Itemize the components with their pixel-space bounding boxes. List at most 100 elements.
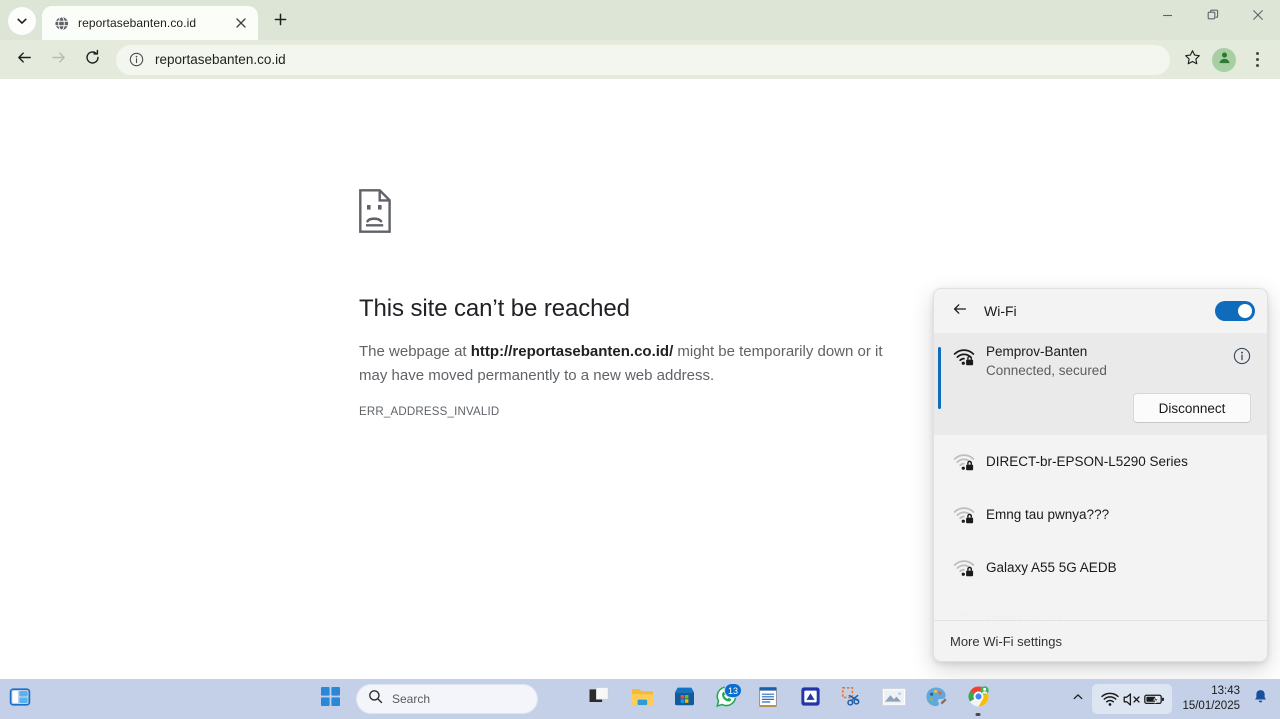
browser-menu-button[interactable] [1244,46,1270,74]
error-container: This site can’t be reached The webpage a… [359,189,899,418]
close-icon [1252,8,1264,26]
sad-page-icon [359,189,899,238]
clock-date: 15/01/2025 [1182,700,1240,712]
folder-icon [631,687,654,712]
wifi-footer: More Wi-Fi settings [934,620,1267,661]
address-bar[interactable]: reportasebanten.co.id [116,44,1170,75]
wifi-secured-icon [950,557,978,581]
back-button[interactable] [8,44,40,76]
notifications-button[interactable] [1246,679,1274,719]
person-icon [1217,50,1232,70]
taskbar-app-task-view[interactable] [580,679,620,719]
taskbar-center: Search 13 [310,679,998,719]
bell-icon [1253,689,1268,710]
network-name: DIRECT-br-EPSON-L5290 Series [986,453,1188,469]
clock[interactable]: 13:43 15/01/2025 [1182,684,1240,714]
profile-avatar[interactable] [1212,47,1236,72]
taskbar-app-notepad[interactable] [748,679,788,719]
search-placeholder: Search [392,692,431,706]
new-tab-button[interactable] [266,8,294,36]
network-list-item[interactable]: Galaxy A55 5G AEDB [934,541,1267,594]
wifi-network-list[interactable]: Pemprov-Banten Connected, secured Discon… [934,333,1267,620]
active-indicator [975,713,981,716]
clock-time: 13:43 [1211,685,1240,697]
taskbar-app-snipping-tool[interactable] [832,679,872,719]
network-list-item[interactable]: Emng tau pwnya??? [934,488,1267,541]
wifi-secured-icon [950,345,978,369]
page-title: This site can’t be reached [359,295,630,322]
notepad-icon [758,686,778,713]
chevron-up-icon [1072,690,1084,708]
search-input[interactable]: Search [356,684,538,714]
tray-quick-settings-button[interactable] [1092,684,1173,714]
browser-tab[interactable]: reportasebanten.co.id [42,6,258,40]
network-list-item[interactable]: BPKP Guest [934,594,1267,620]
widgets-button[interactable] [0,679,40,719]
network-name: Emng tau pwnya??? [986,506,1110,522]
minimize-button[interactable] [1145,0,1190,34]
wifi-toggle[interactable] [1215,301,1255,321]
tab-search-button[interactable] [8,7,36,35]
taskbar-app-epson-scan[interactable] [790,679,830,719]
arrow-left-icon [16,49,33,71]
photo-icon [882,687,906,711]
browser-toolbar: reportasebanten.co.id [0,40,1280,79]
battery-charging-icon [1143,688,1165,710]
chevron-down-icon [16,15,28,27]
error-code: ERR_ADDRESS_INVALID [359,406,500,418]
taskbar-app-photos[interactable] [874,679,914,719]
network-name: Galaxy A55 5G AEDB [986,559,1117,575]
wifi-secured-icon [950,451,978,475]
disconnect-button[interactable]: Disconnect [1133,393,1251,423]
taskbar: Search 13 13:43 15/01/2025 [0,679,1280,719]
forward-button[interactable] [42,44,74,76]
restore-icon [1207,8,1219,26]
plus-icon [274,13,287,31]
star-icon [1184,49,1201,71]
network-status: Connected, secured [986,363,1107,378]
disconnect-row: Disconnect [934,380,1267,423]
more-wifi-settings-link[interactable]: More Wi-Fi settings [950,634,1062,649]
three-dots-icon [1255,51,1259,69]
info-circle-icon[interactable] [126,50,146,70]
paint-palette-icon [925,686,947,713]
close-window-button[interactable] [1235,0,1280,34]
selection-accent-bar [938,347,941,409]
error-url: http://reportasebanten.co.id/ [470,343,674,360]
wifi-secured-icon [950,610,978,620]
globe-icon [53,15,69,31]
bookmark-star-button[interactable] [1178,46,1206,74]
taskbar-app-paint[interactable] [916,679,956,719]
widgets-icon [9,686,31,713]
reload-button[interactable] [76,44,108,76]
wifi-flyout-panel: Wi-Fi Pemprov-Banten Connected, secured … [933,288,1268,662]
taskbar-app-google-chrome[interactable] [958,679,998,719]
reload-icon [84,49,101,71]
tab-strip: reportasebanten.co.id [0,0,1280,40]
wifi-header: Wi-Fi [934,289,1267,333]
taskbar-app-file-explorer[interactable] [622,679,662,719]
scanner-icon [800,686,821,712]
notification-badge: 13 [723,683,742,698]
error-desc-prefix: The webpage at [359,343,471,360]
maximize-button[interactable] [1190,0,1235,34]
connected-network-texts: Pemprov-Banten Connected, secured [986,343,1229,380]
system-tray: 13:43 15/01/2025 [1066,679,1280,719]
back-button[interactable] [946,297,974,325]
close-icon[interactable] [232,14,250,32]
wifi-secured-icon [950,504,978,528]
network-name: Pemprov-Banten [986,344,1088,359]
taskbar-app-microsoft-store[interactable] [664,679,704,719]
url-text: reportasebanten.co.id [155,52,286,67]
network-list-item[interactable]: DIRECT-br-EPSON-L5290 Series [934,435,1267,488]
scissors-icon [841,686,863,712]
connected-network-row[interactable]: Pemprov-Banten Connected, secured [934,343,1267,380]
network-name: BPKP Guest [986,612,1062,621]
show-hidden-icons-button[interactable] [1066,679,1090,719]
window-controls [1145,0,1280,34]
info-circle-icon[interactable] [1229,343,1255,369]
start-button[interactable] [310,679,350,719]
arrow-left-icon [952,301,968,322]
taskbar-app-whatsapp[interactable]: 13 [706,679,746,719]
volume-muted-icon [1121,688,1143,710]
